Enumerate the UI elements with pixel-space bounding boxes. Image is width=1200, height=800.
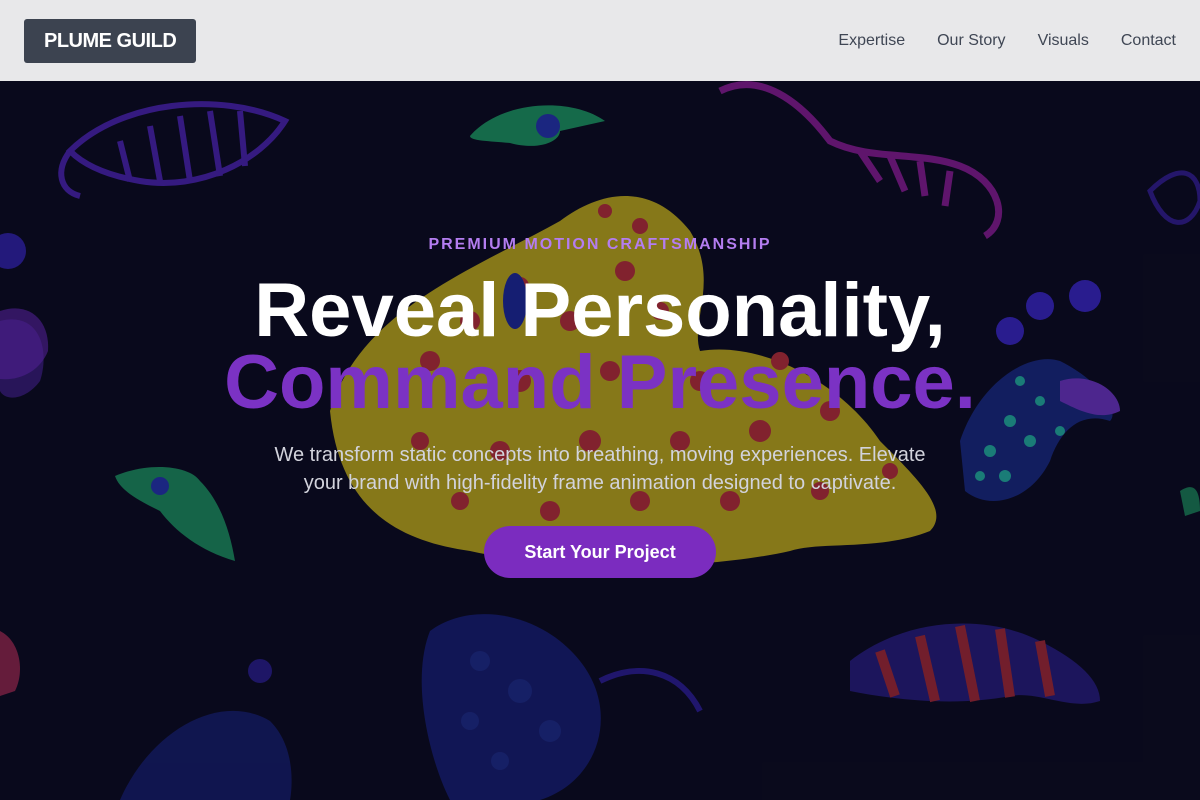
hero-eyebrow: PREMIUM MOTION CRAFTSMANSHIP bbox=[428, 236, 772, 253]
hero-subtext: We transform static concepts into breath… bbox=[274, 444, 926, 494]
nav-link-our-story[interactable]: Our Story bbox=[937, 32, 1005, 50]
hero-content: PREMIUM MOTION CRAFTSMANSHIP Reveal Pers… bbox=[0, 81, 1200, 800]
start-project-button[interactable]: Start Your Project bbox=[484, 526, 716, 578]
nav-link-contact[interactable]: Contact bbox=[1121, 32, 1176, 50]
top-navbar: PLUME GUILD Expertise Our Story Visuals … bbox=[0, 0, 1200, 81]
hero-headline-line2: Command Presence. bbox=[224, 340, 976, 425]
hero-headline-line1: Reveal Personality, bbox=[254, 268, 946, 353]
nav-link-visuals[interactable]: Visuals bbox=[1038, 32, 1089, 50]
brand-logo[interactable]: PLUME GUILD bbox=[24, 18, 197, 63]
nav-link-expertise[interactable]: Expertise bbox=[838, 32, 905, 50]
main-nav: Expertise Our Story Visuals Contact bbox=[838, 32, 1176, 50]
hero-section: PREMIUM MOTION CRAFTSMANSHIP Reveal Pers… bbox=[0, 81, 1200, 800]
